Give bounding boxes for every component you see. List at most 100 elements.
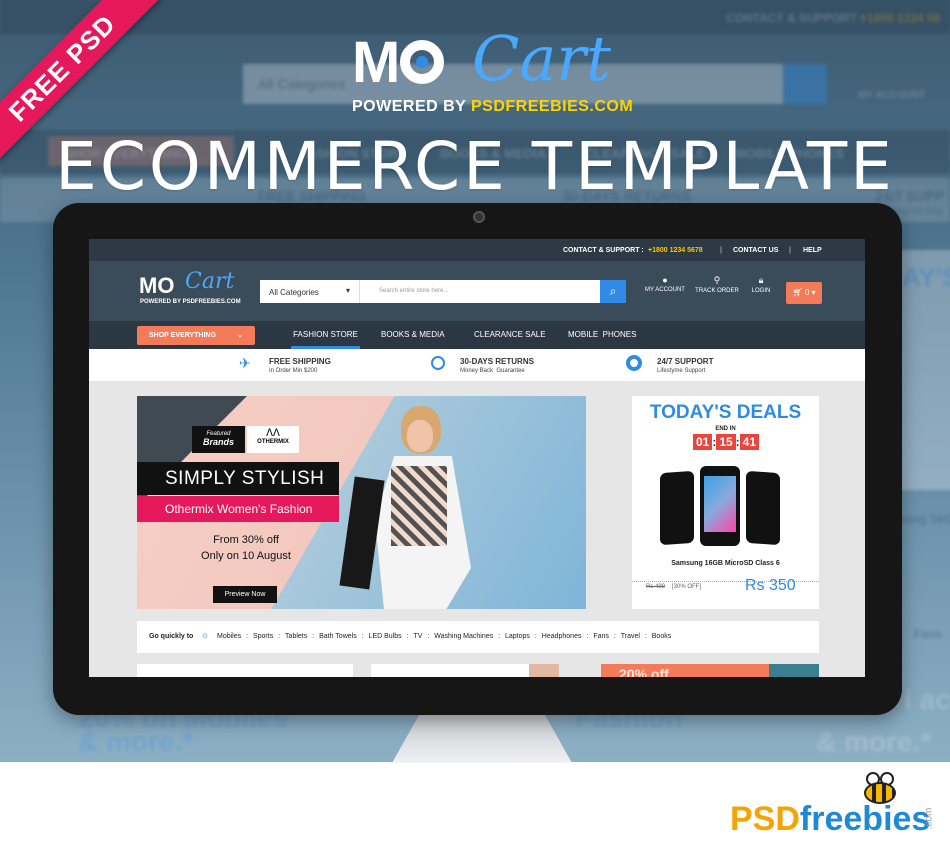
- search-icon: ⌕: [609, 284, 617, 298]
- search-button[interactable]: ⌕: [600, 280, 626, 303]
- quick-link-separator: :: [642, 633, 649, 640]
- phone-product-image: [660, 466, 790, 546]
- promo-tile-2[interactable]: [371, 664, 559, 677]
- nav-books-media[interactable]: BOOKS & MEDIA: [381, 321, 445, 349]
- promo-peek-text: 20% off: [619, 666, 669, 677]
- nav-mobile-phones[interactable]: MOBILE PHONES: [568, 321, 636, 349]
- feature-returns-sub: Money Back Guarantee: [460, 368, 525, 374]
- deal-product-name[interactable]: Samsung 16GB MicroSD Class 6: [632, 560, 819, 567]
- feature-shipping-title: FREE SHIPPING: [269, 357, 331, 366]
- map-pin-icon: ⚲: [713, 275, 721, 285]
- topbar-contact-us[interactable]: CONTACT US: [733, 247, 778, 254]
- quick-links-label: Go quickly to: [149, 633, 194, 640]
- banner-title: SIMPLY STYLISH: [137, 462, 339, 495]
- hero-banner[interactable]: Featured Brands ᐱᐱ OTHERMIX SIMPLY STYLI…: [137, 396, 586, 609]
- circle-arrow-icon: ⊙: [202, 633, 208, 640]
- quick-link-item[interactable]: Books: [652, 633, 671, 640]
- quick-links-list: Mobiles : Sports : Tablets : Bath Towels…: [217, 633, 671, 640]
- bg-phone: +1800 1234 56: [860, 11, 941, 25]
- my-account-label: MY ACCOUNT: [645, 287, 685, 293]
- features-bar: ✈ FREE SHIPPING In Order Min $200 30-DAY…: [89, 349, 865, 381]
- quick-link-separator: :: [404, 633, 411, 640]
- quick-link-separator: :: [425, 633, 432, 640]
- lock-icon: 🔒︎: [758, 275, 764, 285]
- quick-link-separator: :: [310, 633, 317, 640]
- chevron-down-icon: ⌄: [237, 332, 243, 339]
- feature-shipping-sub: In Order Min $200: [269, 368, 318, 374]
- site-logo-mo[interactable]: MO: [139, 273, 174, 299]
- quick-link-separator: :: [584, 633, 591, 640]
- shop-everything-button[interactable]: SHOP EVERYTHING ⌄: [137, 326, 255, 345]
- quick-link-separator: :: [359, 633, 366, 640]
- quick-link-item[interactable]: Fans: [593, 633, 609, 640]
- cart-button[interactable]: 🛒︎ 0 ▾: [786, 282, 822, 304]
- model-photo: [339, 406, 475, 609]
- quick-link-separator: :: [496, 633, 502, 640]
- quick-link-item[interactable]: Washing Machines: [434, 633, 493, 640]
- quick-link-item[interactable]: TV: [413, 633, 422, 640]
- bg-promo-right: & more.*: [816, 726, 932, 757]
- shop-everything-label: SHOP EVERYTHING: [149, 332, 216, 339]
- cart-count: 0: [804, 288, 810, 297]
- lifebuoy-icon: [626, 355, 642, 371]
- hero-headline: ECOMMERCE TEMPLATE: [55, 128, 895, 205]
- feature-support-sub: Lifestyme Support: [657, 368, 706, 374]
- deals-ends: END IN: [715, 426, 736, 432]
- quick-link-item[interactable]: Sports: [253, 633, 273, 640]
- search-input[interactable]: Search entire store here...: [360, 280, 600, 303]
- webcam-icon: [473, 211, 485, 223]
- airplane-icon: ✈: [239, 355, 251, 371]
- site-logo-powered: POWERED BY PSDFREEBIES.COM: [140, 299, 241, 305]
- feature-returns-title: 30-DAYS RETURNS: [460, 357, 534, 366]
- search-placeholder: Search entire store here...: [379, 288, 449, 294]
- deal-price: Rs 350: [745, 577, 796, 594]
- preview-now-button[interactable]: Preview Now: [213, 586, 277, 603]
- quick-link-item[interactable]: Laptops: [505, 633, 530, 640]
- banner-offer-1: From 30% off: [213, 534, 279, 546]
- topbar-phone: +1800 1234 5678: [648, 247, 703, 254]
- othermix-mark-icon: ᐱᐱ: [266, 428, 280, 439]
- quick-link-item[interactable]: Travel: [621, 633, 640, 640]
- banner-offer-2: Only on 10 August: [201, 550, 291, 562]
- promo-tile-1[interactable]: [137, 664, 353, 677]
- bg-promo-left2: & more.*: [78, 726, 194, 757]
- nav-fashion-store[interactable]: FASHION STORE: [291, 321, 360, 349]
- promo-tile-3[interactable]: 20% off: [601, 664, 819, 677]
- quick-link-item[interactable]: LED Bulbs: [369, 633, 402, 640]
- site-logo-cart[interactable]: Cart: [185, 269, 234, 294]
- login-label: LOGIN: [751, 288, 771, 294]
- todays-deals-panel[interactable]: TODAY'S DEALS END IN 01:15:41 Samsung 16…: [632, 396, 819, 609]
- category-select[interactable]: All Categories ▾: [260, 280, 360, 303]
- hero-powered-by: POWERED BY PSDFREEBIES.COM: [352, 98, 634, 115]
- topbar-help[interactable]: HELP: [803, 247, 822, 254]
- monitor-screen: CONTACT & SUPPORT : +1800 1234 5678 | CO…: [89, 239, 865, 677]
- bg-contact: CONTACT & SUPPORT :: [726, 11, 865, 25]
- quick-links-bar: Go quickly to ⊙ Mobiles : Sports : Table…: [137, 621, 819, 653]
- hero-logo: M Cart POWERED BY PSDFREEBIES.COM: [352, 22, 633, 115]
- nav-clearance-sale[interactable]: CLEARANCE SALE: [474, 321, 546, 349]
- deals-countdown: 01:15:41: [672, 434, 780, 450]
- featured-brands-badge: Featured Brands: [192, 426, 245, 453]
- countdown-hours: 01: [692, 434, 713, 450]
- clock-icon: [431, 356, 445, 370]
- track-order-button[interactable]: ⚲ TRACK ORDER: [695, 275, 739, 294]
- monitor-stand: [392, 715, 572, 763]
- category-select-value: All Categories: [269, 288, 319, 297]
- bg-side-samsung: sung 16GB: [898, 512, 950, 526]
- quick-link-item[interactable]: Tablets: [285, 633, 307, 640]
- quick-link-item[interactable]: Bath Towels: [319, 633, 357, 640]
- quick-link-separator: :: [611, 633, 618, 640]
- topbar-contact: CONTACT & SUPPORT :: [563, 247, 644, 254]
- quick-link-item[interactable]: Headphones: [542, 633, 582, 640]
- login-button[interactable]: 🔒︎ LOGIN: [747, 275, 775, 294]
- site-header: MO Cart POWERED BY PSDFREEBIES.COM All C…: [89, 261, 865, 321]
- quick-link-separator: :: [244, 633, 250, 640]
- countdown-minutes: 15: [716, 434, 736, 450]
- deal-discount: [30% OFF]: [672, 584, 702, 590]
- bg-side-title: AY'S: [902, 262, 950, 292]
- my-account-button[interactable]: ● MY ACCOUNT: [645, 275, 685, 293]
- track-order-label: TRACK ORDER: [695, 288, 739, 294]
- quick-link-item[interactable]: Mobiles: [217, 633, 241, 640]
- bg-side-fans: Fans: [914, 627, 943, 641]
- main-nav: SHOP EVERYTHING ⌄ FASHION STORE BOOKS & …: [89, 321, 865, 349]
